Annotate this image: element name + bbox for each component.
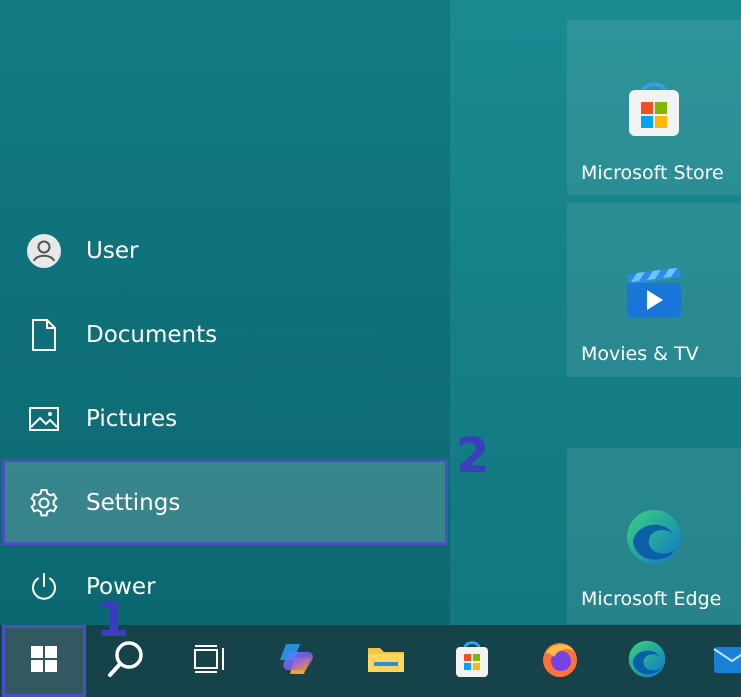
document-icon bbox=[26, 317, 62, 353]
callout-step-2: 2 bbox=[456, 428, 490, 484]
taskbar-file-explorer-button[interactable] bbox=[346, 625, 426, 697]
taskbar-start-button[interactable] bbox=[2, 625, 86, 697]
start-item-documents[interactable]: Documents bbox=[0, 293, 450, 377]
start-item-user[interactable]: User bbox=[0, 209, 450, 293]
edge-icon bbox=[623, 506, 685, 568]
start-item-label: Settings bbox=[86, 490, 181, 516]
tile-label: Movies & TV bbox=[581, 343, 699, 365]
start-item-label: Pictures bbox=[86, 406, 178, 432]
task-view-icon bbox=[193, 644, 227, 678]
taskbar-task-view-button[interactable] bbox=[170, 625, 250, 697]
mail-icon bbox=[712, 643, 741, 679]
movies-tv-icon bbox=[623, 261, 685, 323]
edge-icon bbox=[626, 638, 668, 684]
pictures-icon bbox=[26, 401, 62, 437]
start-item-power[interactable]: Power bbox=[0, 545, 450, 629]
start-item-label: User bbox=[86, 238, 139, 264]
start-item-settings[interactable]: Settings bbox=[0, 461, 450, 545]
tile-movies-tv[interactable]: Movies & TV bbox=[567, 203, 741, 377]
copilot-icon bbox=[276, 640, 318, 682]
microsoft-store-icon bbox=[452, 639, 492, 683]
callout-step-1: 1 bbox=[96, 592, 130, 648]
gear-icon bbox=[26, 485, 62, 521]
taskbar-copilot-button[interactable] bbox=[257, 625, 337, 697]
taskbar-mail-button[interactable] bbox=[694, 625, 741, 697]
taskbar-firefox-button[interactable] bbox=[520, 625, 600, 697]
user-avatar-icon bbox=[26, 233, 62, 269]
taskbar-edge-button[interactable] bbox=[607, 625, 687, 697]
start-item-label: Documents bbox=[86, 322, 218, 348]
tile-microsoft-store[interactable]: Microsoft Store bbox=[567, 20, 741, 195]
power-icon bbox=[26, 569, 62, 605]
tile-label: Microsoft Edge bbox=[581, 588, 722, 610]
tile-microsoft-edge[interactable]: Microsoft Edge bbox=[567, 448, 741, 624]
microsoft-store-icon bbox=[623, 78, 685, 140]
file-explorer-icon bbox=[366, 642, 406, 680]
start-item-pictures[interactable]: Pictures bbox=[0, 377, 450, 461]
firefox-icon bbox=[540, 639, 580, 683]
taskbar-microsoft-store-button[interactable] bbox=[432, 625, 512, 697]
tile-label: Microsoft Store bbox=[581, 162, 724, 184]
start-menu-left-pane: User Documents Pictures Settings Power bbox=[0, 0, 450, 625]
windows-start-icon bbox=[31, 646, 57, 676]
